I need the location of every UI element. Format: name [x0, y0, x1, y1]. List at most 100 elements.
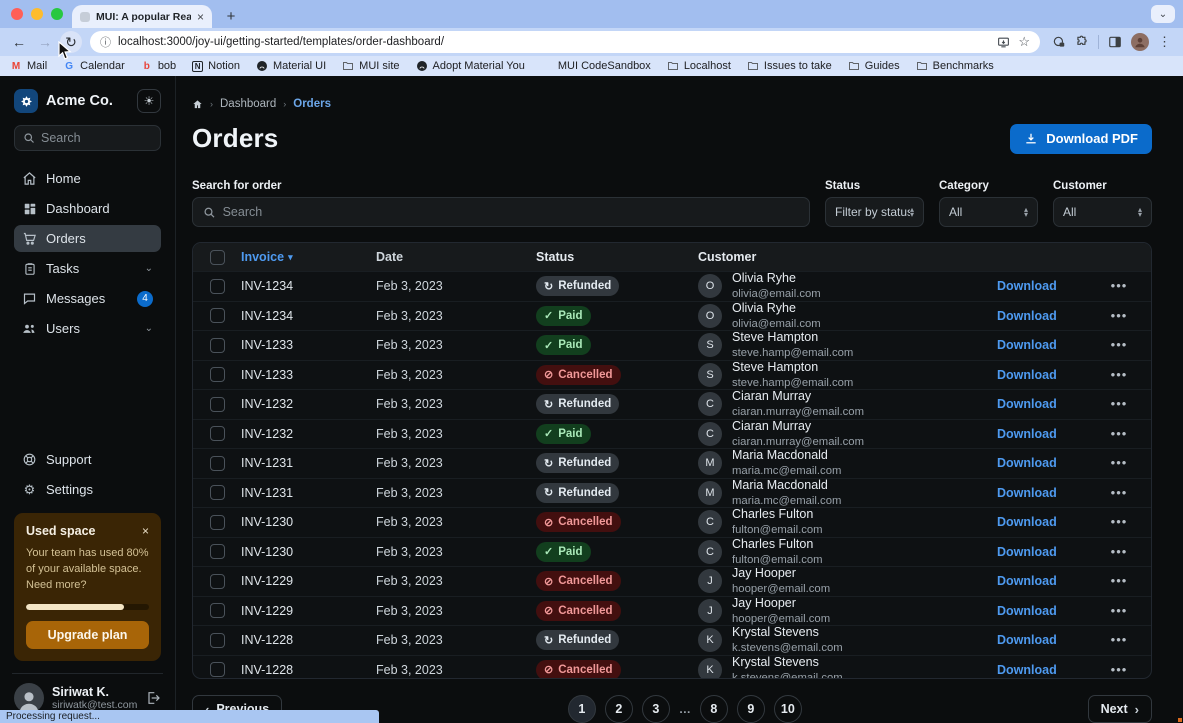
download-link[interactable]: Download — [997, 633, 1057, 647]
sidebar-search[interactable] — [14, 125, 161, 151]
row-menu-kebab-icon[interactable]: ••• — [1111, 308, 1128, 323]
breadcrumb-dashboard[interactable]: Dashboard — [220, 98, 276, 110]
row-checkbox[interactable] — [210, 279, 225, 294]
back-button[interactable]: ← — [8, 31, 30, 53]
download-link[interactable]: Download — [997, 486, 1057, 500]
download-link[interactable]: Download — [997, 427, 1057, 441]
bookmark-item[interactable]: Localhost — [667, 60, 731, 72]
sidebar-item-support[interactable]: Support — [14, 446, 161, 473]
row-checkbox[interactable] — [210, 574, 225, 589]
download-link[interactable]: Download — [997, 456, 1057, 470]
page-button-10[interactable]: 10 — [774, 695, 802, 723]
bookmark-item[interactable]: GCalendar — [63, 60, 125, 72]
bookmark-item[interactable]: Benchmarks — [916, 60, 994, 72]
bookmark-item[interactable]: bbob — [141, 60, 176, 72]
page-button-8[interactable]: 8 — [700, 695, 728, 723]
browser-menu-kebab-icon[interactable]: ⋮ — [1158, 34, 1171, 50]
logout-icon[interactable] — [145, 690, 161, 706]
upgrade-plan-button[interactable]: Upgrade plan — [26, 621, 149, 649]
filter-select-category[interactable]: All▴▾ — [939, 197, 1038, 227]
row-checkbox[interactable] — [210, 338, 225, 353]
new-tab-button[interactable]: + — [220, 5, 242, 27]
sidebar-item-dashboard[interactable]: Dashboard — [14, 195, 161, 222]
site-info-icon[interactable]: ⓘ — [100, 34, 111, 50]
row-checkbox[interactable] — [210, 308, 225, 323]
row-menu-kebab-icon[interactable]: ••• — [1111, 426, 1128, 441]
sidebar-item-messages[interactable]: Messages4 — [14, 285, 161, 312]
bookmark-item[interactable]: MUI CodeSandbox — [541, 60, 651, 72]
minimize-window-button[interactable] — [31, 8, 43, 20]
row-checkbox[interactable] — [210, 485, 225, 500]
sidebar-item-users[interactable]: Users⌄ — [14, 315, 161, 342]
bookmark-item[interactable]: NNotion — [192, 60, 240, 72]
order-search-input[interactable] — [223, 205, 799, 219]
row-checkbox[interactable] — [210, 426, 225, 441]
order-search[interactable] — [192, 197, 810, 227]
download-link[interactable]: Download — [997, 604, 1057, 618]
bookmark-star-icon[interactable]: ☆ — [1018, 34, 1030, 50]
close-window-button[interactable] — [11, 8, 23, 20]
reload-button[interactable]: ↻ — [60, 31, 82, 53]
download-link[interactable]: Download — [997, 397, 1057, 411]
bookmark-item[interactable]: MUI site — [342, 60, 399, 72]
row-menu-kebab-icon[interactable]: ••• — [1111, 367, 1128, 382]
row-menu-kebab-icon[interactable]: ••• — [1111, 544, 1128, 559]
install-app-icon[interactable] — [997, 36, 1010, 49]
download-link[interactable]: Download — [997, 515, 1057, 529]
sidebar-item-tasks[interactable]: Tasks⌄ — [14, 255, 161, 282]
privacy-extension-icon[interactable] — [1052, 35, 1066, 49]
extensions-puzzle-icon[interactable] — [1075, 35, 1089, 49]
row-menu-kebab-icon[interactable]: ••• — [1111, 573, 1128, 588]
row-menu-kebab-icon[interactable]: ••• — [1111, 485, 1128, 500]
browser-profile-avatar[interactable] — [1131, 33, 1149, 51]
filter-select-customer[interactable]: All▴▾ — [1053, 197, 1152, 227]
download-link[interactable]: Download — [997, 338, 1057, 352]
browser-tab[interactable]: MUI: A popular React UI fram × — [72, 5, 212, 28]
row-checkbox[interactable] — [210, 633, 225, 648]
sidebar-item-orders[interactable]: Orders — [14, 225, 161, 252]
download-link[interactable]: Download — [997, 279, 1057, 293]
download-link[interactable]: Download — [997, 574, 1057, 588]
color-mode-toggle-button[interactable]: ☀ — [137, 89, 161, 113]
download-link[interactable]: Download — [997, 663, 1057, 677]
row-checkbox[interactable] — [210, 515, 225, 530]
forward-button[interactable]: → — [34, 31, 56, 53]
row-menu-kebab-icon[interactable]: ••• — [1111, 632, 1128, 647]
page-button-1[interactable]: 1 — [568, 695, 596, 723]
download-pdf-button[interactable]: Download PDF — [1010, 124, 1152, 154]
row-checkbox[interactable] — [210, 367, 225, 382]
bookmark-item[interactable]: Issues to take — [747, 60, 832, 72]
select-all-checkbox[interactable] — [210, 250, 225, 265]
sidebar-search-input[interactable] — [41, 131, 152, 145]
sidebar-item-home[interactable]: Home — [14, 165, 161, 192]
row-menu-kebab-icon[interactable]: ••• — [1111, 514, 1128, 529]
row-menu-kebab-icon[interactable]: ••• — [1111, 337, 1128, 352]
page-button-2[interactable]: 2 — [605, 695, 633, 723]
bookmark-item[interactable]: MMail — [10, 60, 47, 72]
row-checkbox[interactable] — [210, 603, 225, 618]
row-checkbox[interactable] — [210, 456, 225, 471]
row-menu-kebab-icon[interactable]: ••• — [1111, 662, 1128, 677]
row-checkbox[interactable] — [210, 662, 225, 677]
filter-select-status[interactable]: Filter by status▴▾ — [825, 197, 924, 227]
row-checkbox[interactable] — [210, 544, 225, 559]
row-menu-kebab-icon[interactable]: ••• — [1111, 278, 1128, 293]
bookmark-item[interactable]: Adopt Material You — [416, 60, 525, 72]
address-bar[interactable]: ⓘ localhost:3000/joy-ui/getting-started/… — [90, 31, 1040, 53]
row-menu-kebab-icon[interactable]: ••• — [1111, 396, 1128, 411]
maximize-window-button[interactable] — [51, 8, 63, 20]
bookmark-item[interactable]: Guides — [848, 60, 900, 72]
titlebar-chevron-icon[interactable]: ⌄ — [1151, 5, 1175, 23]
sidebar-item-settings[interactable]: ⚙Settings — [14, 476, 161, 503]
tab-close-icon[interactable]: × — [197, 10, 204, 24]
side-panel-icon[interactable] — [1108, 35, 1122, 49]
row-checkbox[interactable] — [210, 397, 225, 412]
download-link[interactable]: Download — [997, 545, 1057, 559]
bookmark-item[interactable]: Material UI — [256, 60, 326, 72]
brand-logo-icon[interactable] — [14, 89, 38, 113]
download-link[interactable]: Download — [997, 309, 1057, 323]
page-button-9[interactable]: 9 — [737, 695, 765, 723]
next-page-button[interactable]: Next › — [1088, 695, 1152, 723]
row-menu-kebab-icon[interactable]: ••• — [1111, 455, 1128, 470]
used-space-close-icon[interactable]: × — [142, 524, 149, 538]
